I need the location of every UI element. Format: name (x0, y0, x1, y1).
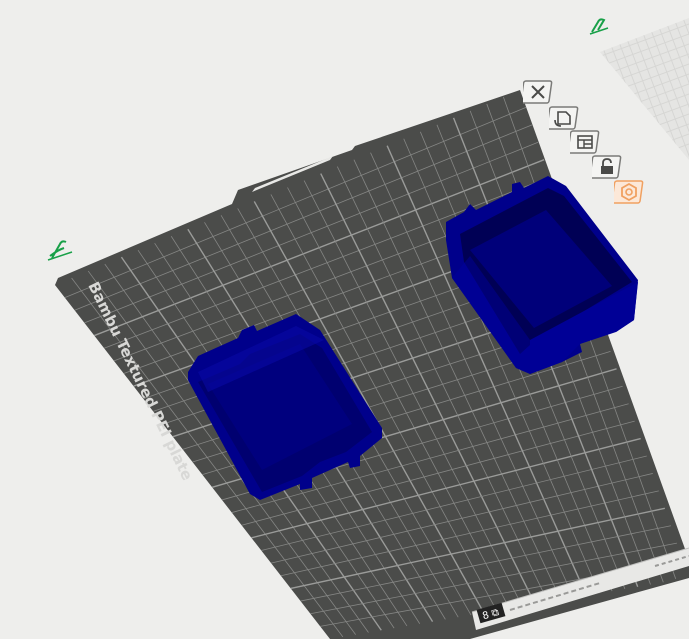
edit-plate-name-icon[interactable] (47, 240, 73, 261)
plate-settings-icon[interactable] (570, 130, 600, 154)
orient-objects-icon[interactable] (549, 106, 579, 130)
arrange-objects-icon[interactable] (523, 80, 553, 104)
plate-type-icon[interactable] (614, 180, 644, 204)
build-plate-scene[interactable]: Bambu Textured PEI plate 8 ⧉ (0, 0, 689, 639)
lock-plate-icon[interactable] (592, 155, 622, 179)
edit-adjacent-plate-name-icon[interactable] (589, 18, 609, 35)
3d-viewport[interactable]: Bambu Textured PEI plate 8 ⧉ (0, 0, 689, 639)
